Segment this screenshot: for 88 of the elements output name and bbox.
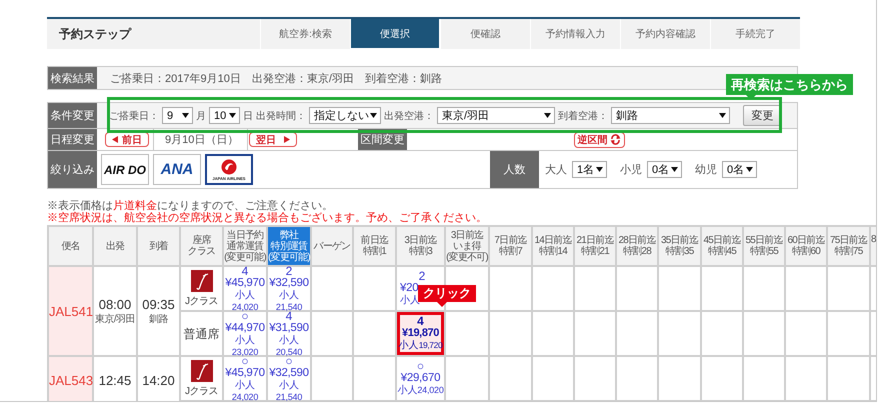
hint-tooltip: 再検索はこちらから (726, 74, 853, 100)
time-select[interactable]: 指定しない (309, 107, 381, 124)
caret-icon (746, 167, 753, 172)
departure-time: 08:00 (98, 296, 132, 312)
step-item: 予約情報入力 (530, 19, 620, 49)
column-header: 弊社 特別運賃 (変更可能) (267, 226, 311, 266)
arrival-time: 09:35 (141, 296, 176, 312)
fare-option[interactable]: ○ ¥29,670 小人24,020 (397, 357, 444, 400)
airport-select[interactable]: 東京/羽田 (437, 107, 555, 124)
field-label: 大人 (545, 163, 567, 177)
change-button[interactable]: 変更 (743, 105, 782, 126)
column-header: 3日前迄 特割3 (396, 226, 445, 266)
fare-option[interactable]: 2 ¥32,590 小人 21,540 (268, 267, 310, 310)
row-label: 人数 (490, 151, 539, 188)
column-header: 35日前迄 特割35 (658, 226, 701, 266)
fare-option[interactable]: 4 ¥31,590 小人 20,540 (268, 312, 310, 355)
column-header: 55日前迄 特割55 (743, 226, 785, 266)
column-header: 75日前迄 特割75 (827, 226, 870, 266)
departure-time: 12:45 (98, 373, 132, 388)
caret-icon (182, 113, 189, 118)
column-header: 座席 クラス (180, 226, 223, 266)
field-label: 月 (196, 110, 206, 122)
row-label: 日程変更 (48, 129, 97, 150)
field-label: 幼児 (695, 163, 717, 177)
column-header: 便名 (48, 226, 93, 266)
fare-option[interactable]: 4 ¥45,970 小人 24,020 (224, 267, 266, 310)
row-label: 絞り込み (48, 151, 97, 188)
column-header: 21日前迄 特割21 (574, 226, 616, 266)
date-label: 9月10日（日） (165, 133, 238, 147)
step-item: 便選択 (350, 19, 440, 49)
caret-icon (370, 113, 377, 118)
field-label: 日 (243, 110, 253, 122)
caret-icon (544, 113, 551, 118)
step-item: 手続完了 (710, 19, 800, 49)
column-header: 60日前迄 特割60 (785, 226, 827, 266)
search-summary: ご搭乗日：2017年9月10日 出発空港：東京/羽田 到着空港：釧路 (109, 72, 442, 86)
step-bar-title: 予約ステップ (58, 26, 132, 42)
column-header: 3日前迄 いま得 (変更不可) (445, 226, 489, 266)
column-header: 45日前迄 特割45 (701, 226, 743, 266)
caret-icon (229, 113, 236, 118)
field-label: ご搭乗日： (109, 110, 159, 122)
class-emblem-icon (190, 270, 212, 292)
column-header: 到着 (137, 226, 180, 266)
seat-class-label: 普通席 (184, 326, 220, 340)
field-label: 小児 (620, 163, 642, 177)
airline-logo-button[interactable]: ANA (153, 154, 201, 185)
field-label: 到着空港： (558, 110, 608, 122)
departure-airport: 東京/羽田 (94, 312, 136, 326)
airline-logo-button[interactable]: AIR DO (101, 154, 149, 185)
arrival-time: 14:20 (141, 373, 176, 388)
passenger-select[interactable]: 0名 (647, 161, 682, 178)
seat-class-label: Jクラス (185, 384, 218, 398)
column-header: 14日前迄 特割14 (532, 226, 574, 266)
previous-day-button[interactable]: 前日 (105, 132, 149, 147)
arrival-airport: 釧路 (148, 312, 169, 326)
fare-option[interactable]: ○ ¥45,970 小人 24,020 (224, 357, 266, 400)
fare-option[interactable]: ○ ¥44,970 小人 23,020 (224, 312, 266, 355)
triangle-right-icon (284, 136, 290, 143)
circle-emblem-icon (221, 158, 237, 174)
click-tooltip: クリック (418, 285, 476, 307)
column-header: 7日前迄 特割7 (489, 226, 532, 266)
notice-text: ※表示価格は片道料金になりますので、ご注意ください。 (47, 200, 334, 212)
triangle-left-icon (112, 136, 118, 143)
caret-icon (596, 167, 603, 172)
day-select[interactable]: 10 (209, 107, 240, 124)
fare-option[interactable]: ○ ¥32,590 小人 21,540 (268, 357, 310, 400)
caret-icon (719, 113, 726, 118)
field-label: 出発空港： (384, 110, 434, 122)
column-header: 出発 (93, 226, 137, 266)
passenger-select[interactable]: 1名 (572, 161, 607, 178)
swap-arrows-icon (610, 134, 620, 145)
airport-select[interactable]: 釧路 (611, 107, 730, 124)
step-item: 予約内容確認 (620, 19, 710, 49)
column-header: 28日前迄 特割28 (616, 226, 658, 266)
row-label: 条件変更 (48, 103, 97, 128)
class-emblem-icon (190, 360, 212, 382)
next-day-button[interactable]: 翌日 (249, 132, 297, 147)
month-select[interactable]: 9 (162, 107, 193, 124)
step-item: 便確認 (440, 19, 530, 49)
column-header: 当日予約 通常運賃 (変更可能) (223, 226, 267, 266)
field-label: 出発時間： (256, 110, 306, 122)
caret-icon (671, 167, 678, 172)
column-header: 前日迄 特割1 (353, 226, 396, 266)
seat-class-label: Jクラス (185, 294, 218, 308)
notice-text: ※空席状況は、航空会社の空席状況と異なる場合もございます。予め、ご了承ください。 (47, 212, 488, 224)
column-header: バーゲン (311, 226, 353, 266)
row-label: 検索結果 (48, 67, 97, 89)
passenger-select[interactable]: 0名 (722, 161, 757, 178)
